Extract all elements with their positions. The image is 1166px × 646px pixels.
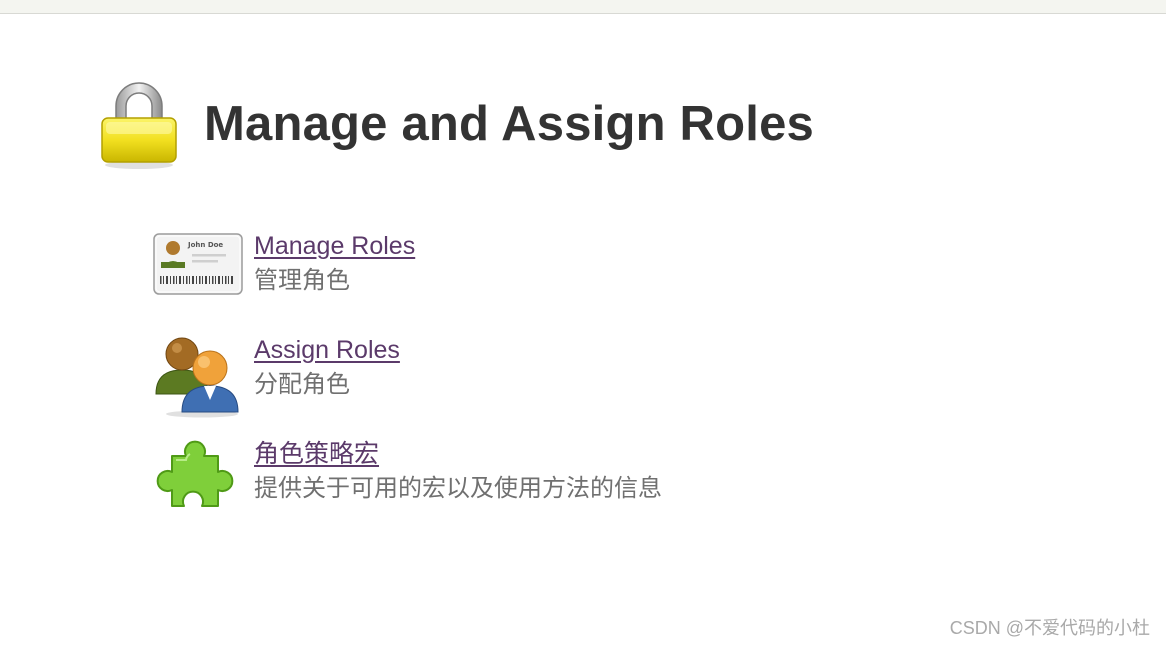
puzzle-piece-icon[interactable] <box>152 436 244 522</box>
menu-item-manage-roles: John Doe Manage Roles 管理角色 <box>152 228 852 332</box>
menu-item-text: Assign Roles 分配角色 <box>254 334 400 402</box>
top-bar <box>0 0 1166 14</box>
lock-icon <box>101 82 177 169</box>
menu-item-assign-roles: Assign Roles 分配角色 <box>152 332 852 436</box>
manage-roles-link[interactable]: Manage Roles <box>254 230 415 262</box>
manage-roles-description: 管理角色 <box>254 267 350 294</box>
svg-text:John Doe: John Doe <box>187 241 223 249</box>
id-card-icon[interactable]: John Doe <box>152 228 244 314</box>
role-menu: John Doe Manage Roles 管理角色 Assign Roles … <box>152 228 852 540</box>
watermark: CSDN @不爱代码的小杜 <box>949 618 1150 638</box>
assign-roles-link[interactable]: Assign Roles <box>254 334 400 366</box>
role-strategy-macros-description: 提供关于可用的宏以及使用方法的信息 <box>254 475 662 502</box>
menu-item-role-strategy-macros: 角色策略宏 提供关于可用的宏以及使用方法的信息 <box>152 436 852 540</box>
page-title: Manage and Assign Roles <box>204 96 814 151</box>
users-icon[interactable] <box>152 332 244 418</box>
role-strategy-macros-link[interactable]: 角色策略宏 <box>254 438 662 470</box>
page-header: Manage and Assign Roles <box>98 78 814 170</box>
assign-roles-description: 分配角色 <box>254 371 350 398</box>
menu-item-text: 角色策略宏 提供关于可用的宏以及使用方法的信息 <box>254 438 662 506</box>
menu-item-text: Manage Roles 管理角色 <box>254 230 415 298</box>
